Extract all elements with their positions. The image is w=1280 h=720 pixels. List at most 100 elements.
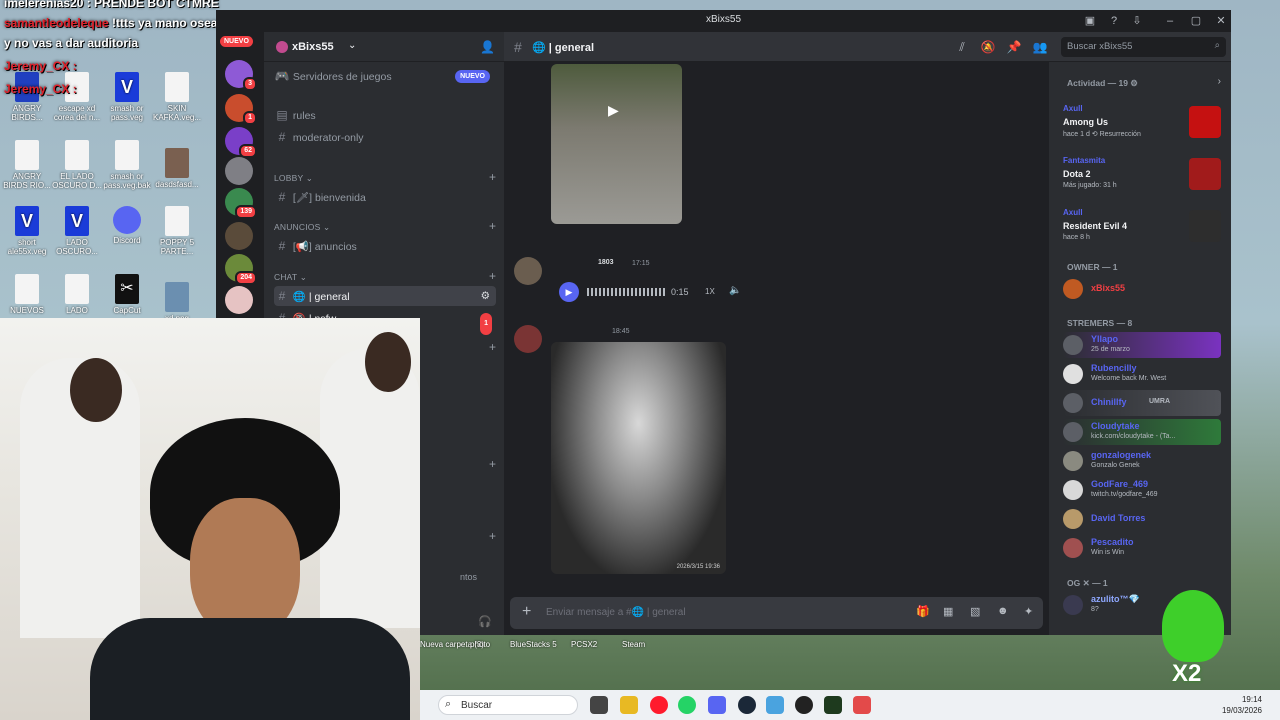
- file-explorer-icon[interactable]: [620, 696, 638, 714]
- add-channel-icon[interactable]: +: [489, 269, 496, 283]
- maximize-button[interactable]: ▢: [1188, 13, 1204, 29]
- desktop-icon[interactable]: ANGRY BIRDS...: [2, 72, 52, 122]
- message-input[interactable]: Enviar mensaje a #🌐 | general: [546, 607, 686, 618]
- discord-taskbar-icon[interactable]: [708, 696, 726, 714]
- channel-moderator-only[interactable]: # moderator-only: [274, 127, 496, 147]
- add-channel-icon[interactable]: +: [489, 529, 496, 543]
- activity-card[interactable]: Axull Resident Evil 4 hace 8 h: [1063, 208, 1221, 250]
- desktop-icon[interactable]: V LADO OSCURO...: [52, 206, 102, 256]
- steam-icon[interactable]: [738, 696, 756, 714]
- capcut-desktop-icon[interactable]: ✂ CapCut: [102, 274, 152, 315]
- taskbar-search[interactable]: ⌕ Buscar: [438, 695, 578, 715]
- avatar[interactable]: [514, 325, 542, 353]
- server-icon[interactable]: 62: [225, 127, 257, 158]
- headset-icon[interactable]: 🎧: [478, 615, 492, 628]
- message-composer[interactable]: + Enviar mensaje a #🌐 | general: [510, 597, 1043, 629]
- task-view-icon[interactable]: [590, 696, 608, 714]
- settings-icon[interactable]: ⚙: [481, 286, 490, 306]
- member-item[interactable]: Rubencilly Welcome back Mr. West: [1063, 361, 1221, 387]
- gif-icon[interactable]: ▦: [943, 605, 953, 618]
- desktop-shortcut[interactable]: PCSX2: [571, 640, 597, 649]
- channel-rules[interactable]: ▤ rules: [274, 105, 496, 125]
- apps-icon[interactable]: ✦: [1024, 605, 1033, 618]
- notepad-icon[interactable]: [766, 696, 784, 714]
- channel-anuncios[interactable]: # [📢] anuncios: [274, 236, 496, 256]
- desktop-shortcut[interactable]: Steam: [622, 640, 645, 649]
- desktop-icon[interactable]: ANGRY BIRDS RIO...: [2, 140, 52, 190]
- member-item[interactable]: Chinillfy UMRA: [1063, 390, 1221, 416]
- member-item[interactable]: Yllapo 25 de marzo: [1063, 332, 1221, 358]
- activity-card[interactable]: Axull Among Us hace 1 d ⟲ Resurrección: [1063, 104, 1221, 146]
- emoji-icon[interactable]: ☻: [997, 605, 1009, 617]
- video-attachment[interactable]: ▶: [551, 64, 682, 224]
- member-item[interactable]: David Torres: [1063, 506, 1221, 532]
- search-input[interactable]: Buscar xBixs55 ⌕: [1061, 37, 1226, 57]
- desktop-icon[interactable]: xd.png: [152, 282, 202, 323]
- clock[interactable]: 19:14 19/03/2026: [1222, 694, 1262, 716]
- desktop-shortcut[interactable]: BlueStacks 5: [510, 640, 557, 649]
- download-icon[interactable]: ⇩: [1129, 13, 1145, 29]
- desktop-icon[interactable]: SKIN KAFKA.veg...: [152, 72, 202, 122]
- members-icon[interactable]: 👥: [1032, 39, 1048, 55]
- desktop-icon[interactable]: dasdsfasd...: [152, 148, 202, 189]
- category-anuncios[interactable]: ANUNCIOS ⌄: [274, 222, 330, 233]
- server-icon[interactable]: 139: [225, 188, 257, 219]
- desktop-icon[interactable]: Vsmash or pass.veg: [102, 72, 152, 122]
- member-item[interactable]: GodFare_469 twitch.tv/godfare_469: [1063, 477, 1221, 503]
- activity-card[interactable]: Fantasmita Dota 2 Más jugado: 31 h: [1063, 156, 1221, 198]
- server-icon[interactable]: [225, 157, 253, 185]
- sticker-icon[interactable]: ▧: [970, 605, 980, 618]
- add-channel-icon[interactable]: +: [489, 219, 496, 233]
- inbox-icon[interactable]: ▣: [1082, 13, 1098, 29]
- server-icon[interactable]: 1: [225, 94, 257, 125]
- member-item[interactable]: Cloudytake kick.com/cloudytake - (Ta...: [1063, 419, 1221, 445]
- avatar[interactable]: [514, 257, 542, 285]
- desktop-icon[interactable]: POPPY 5 PARTE...: [152, 206, 202, 256]
- server-icon[interactable]: 204: [225, 254, 257, 285]
- category-chat[interactable]: CHAT ⌄: [274, 272, 307, 283]
- desktop-icon[interactable]: EL LADO OSCURO D...: [52, 140, 102, 190]
- pin-icon[interactable]: 📌: [1006, 39, 1022, 55]
- desktop-icon[interactable]: escape xd corea del n...: [52, 72, 102, 122]
- member-item[interactable]: xBixs55: [1063, 276, 1221, 302]
- server-icon[interactable]: 3: [225, 60, 257, 91]
- obs-icon[interactable]: [795, 696, 813, 714]
- video-attachment[interactable]: 2026/3/15 19:36: [551, 342, 726, 574]
- minimize-button[interactable]: –: [1162, 13, 1178, 29]
- channel-bienvenida[interactable]: # [🗡] bienvenida: [274, 187, 496, 207]
- member-item[interactable]: Pescadito Win is Win: [1063, 535, 1221, 561]
- add-channel-icon[interactable]: +: [489, 457, 496, 471]
- terminal-icon[interactable]: [824, 696, 842, 714]
- desktop-icon[interactable]: LADO: [52, 274, 102, 315]
- invite-icon[interactable]: 👤: [480, 40, 495, 54]
- category-lobby[interactable]: LOBBY ⌄: [274, 173, 313, 184]
- help-icon[interactable]: ?: [1106, 13, 1122, 29]
- server-icon[interactable]: [225, 286, 253, 314]
- mute-icon[interactable]: 🔕: [980, 39, 996, 55]
- close-button[interactable]: ✕: [1213, 13, 1229, 29]
- discord-desktop-icon[interactable]: Discord: [102, 206, 152, 245]
- server-icon[interactable]: [225, 222, 253, 250]
- add-channel-icon[interactable]: +: [489, 340, 496, 354]
- channel-general[interactable]: # 🌐 | general ⚙: [274, 286, 496, 306]
- add-channel-icon[interactable]: +: [489, 170, 496, 184]
- whatsapp-icon[interactable]: [678, 696, 696, 714]
- speed-toggle[interactable]: 1X: [705, 287, 715, 296]
- game-servers-link[interactable]: 🎮 Servidores de juegos NUEVO: [274, 66, 496, 86]
- volume-icon[interactable]: 🔈: [729, 285, 741, 296]
- play-button[interactable]: ▶: [559, 282, 579, 302]
- desktop-icon[interactable]: smash or pass.veg.bak: [102, 140, 152, 190]
- chevron-right-icon[interactable]: ›: [1218, 76, 1221, 87]
- gift-icon[interactable]: 🎁: [916, 605, 930, 618]
- app-icon[interactable]: [853, 696, 871, 714]
- desktop-icon[interactable]: NUEVOS: [2, 274, 52, 315]
- threads-icon[interactable]: ⫽: [954, 39, 970, 55]
- add-attachment-icon[interactable]: +: [522, 603, 531, 621]
- desktop-shortcut[interactable]: photo: [470, 640, 490, 649]
- member-item[interactable]: gonzalogenek Gonzalo Genek: [1063, 448, 1221, 474]
- opera-icon[interactable]: [650, 696, 668, 714]
- waveform[interactable]: [587, 288, 665, 296]
- server-header[interactable]: xBixs55 ⌄ 👤: [264, 32, 504, 62]
- activity-header[interactable]: Actividad — 19 ⚙: [1067, 78, 1138, 89]
- desktop-icon[interactable]: Vshort ale55x.veg: [2, 206, 52, 256]
